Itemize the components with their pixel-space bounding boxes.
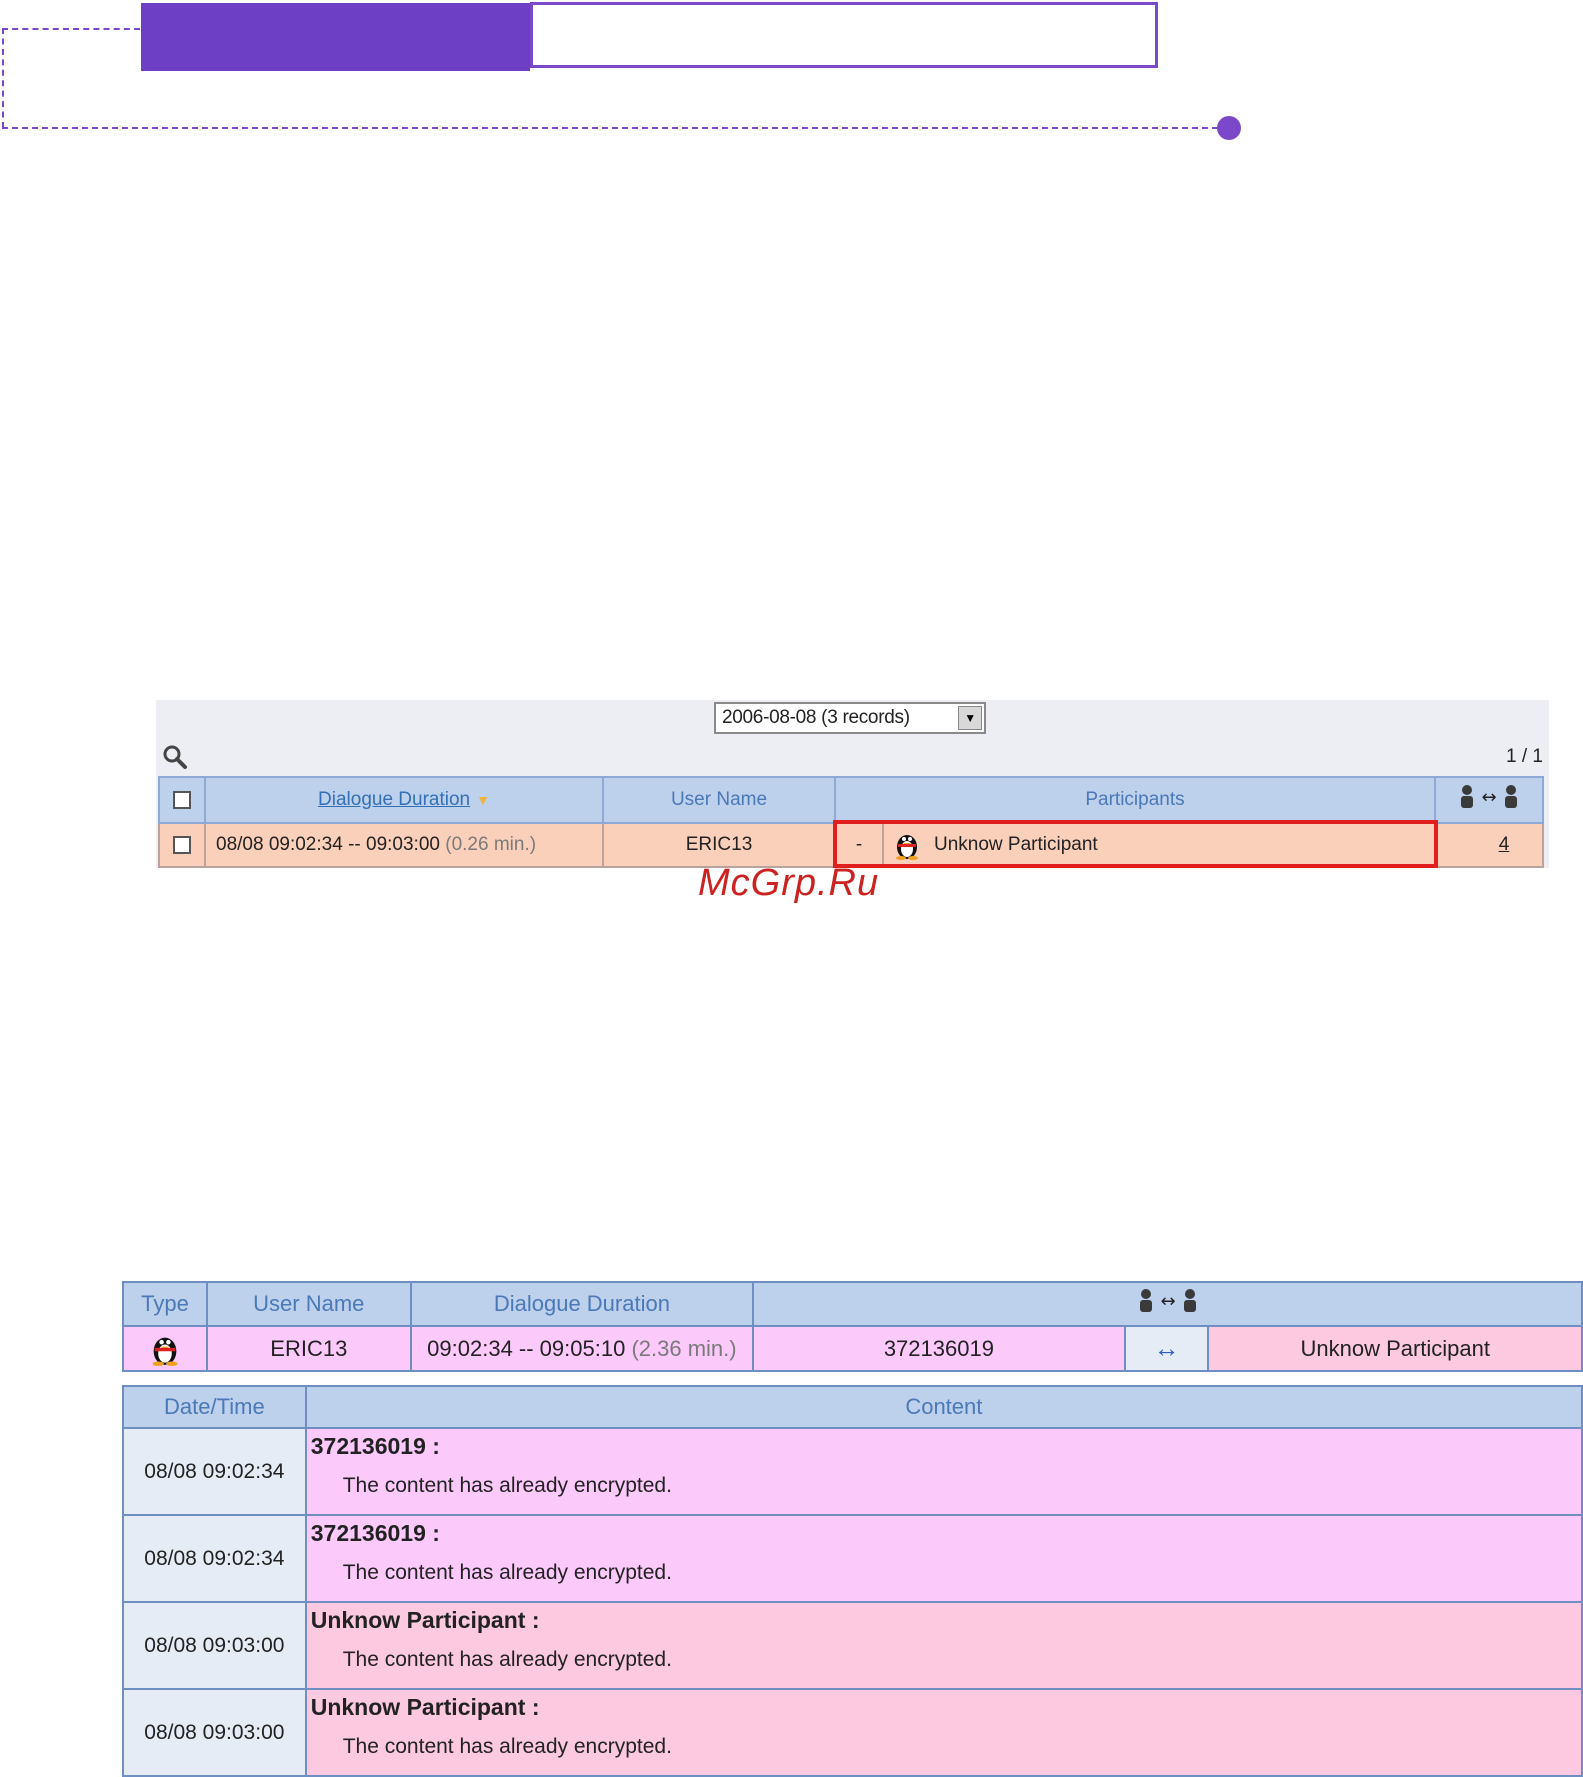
exchange-glyph-2: ↔: [1160, 1291, 1175, 1312]
col-content: Content: [304, 1385, 1583, 1429]
select-all-cell: [158, 776, 206, 824]
table-row: 08/08 09:02:34 372136019 : The content h…: [122, 1514, 1583, 1603]
message-text: The content has already encrypted.: [342, 1735, 672, 1758]
row-duration-range: 08/08 09:02:34 -- 09:03:00: [216, 834, 440, 855]
dialogue-summary-header: Type User Name Dialogue Duration ↔: [122, 1281, 1583, 1327]
message-text: The content has already encrypted.: [342, 1474, 672, 1497]
date-select-value: 2006-08-08 (3 records): [722, 707, 910, 728]
row-duration-range-2: 09:02:34 -- 09:05:10: [427, 1335, 626, 1361]
table-row: 08/08 09:03:00 Unknow Participant : The …: [122, 1688, 1583, 1777]
row-remote: Unknow Participant: [1207, 1325, 1583, 1372]
dialogue-summary-table: Type User Name Dialogue Duration ↔ ERIC1…: [122, 1281, 1583, 1372]
row-checkbox[interactable]: [173, 835, 191, 854]
col-participants: Participants: [834, 776, 1436, 824]
sort-duration-link[interactable]: Dialogue Duration: [318, 789, 470, 810]
col-dialogue-duration[interactable]: Dialogue Duration ▼: [204, 776, 604, 824]
dash-line-bottom: [2, 127, 1228, 129]
row-duration: 08/08 09:02:34 -- 09:03:00 (0.26 min.): [204, 822, 604, 868]
col-datetime: Date/Time: [122, 1385, 307, 1429]
message-content: 372136019 : The content has already encr…: [304, 1427, 1583, 1516]
record-table-header: Dialogue Duration ▼ User Name Participant…: [158, 776, 1544, 824]
col-message-count: ↔: [1434, 776, 1544, 824]
dialogue-content-table: Date/Time Content 08/08 09:02:34 3721360…: [122, 1385, 1583, 1777]
penguin-icon: [152, 1337, 178, 1366]
exchange-icon: ↔: [1461, 785, 1517, 808]
message-text: The content has already encrypted.: [342, 1648, 672, 1671]
dash-line-top: [2, 28, 140, 30]
pager: 1 / 1: [1506, 746, 1543, 767]
dash-line-left: [2, 28, 4, 128]
message-content: 372136019 : The content has already encr…: [304, 1514, 1583, 1603]
row-direction-2: ↔: [1123, 1325, 1210, 1372]
message-datetime: 08/08 09:02:34: [122, 1514, 307, 1603]
message-count-link[interactable]: 4: [1499, 834, 1510, 855]
watermark: McGrp.Ru: [698, 862, 880, 904]
message-content: Unknow Participant : The content has alr…: [304, 1688, 1583, 1777]
message-content: Unknow Participant : The content has alr…: [304, 1601, 1583, 1690]
message-sender: 372136019 :: [310, 1433, 440, 1459]
row-duration-2: 09:02:34 -- 09:05:10 (2.36 min.): [409, 1325, 755, 1372]
message-datetime: 08/08 09:03:00: [122, 1688, 307, 1777]
dropdown-arrow-icon[interactable]: ▼: [958, 706, 982, 730]
dialogue-content-header: Date/Time Content: [122, 1385, 1583, 1429]
row-user-2: ERIC13: [205, 1325, 412, 1372]
row-select-cell: [158, 822, 206, 868]
section-header-bar: [141, 3, 530, 71]
message-datetime: 08/08 09:02:34: [122, 1427, 307, 1516]
message-sender: Unknow Participant :: [310, 1694, 540, 1720]
table-row: 08/08 09:03:00 Unknow Participant : The …: [122, 1601, 1583, 1690]
participant-highlight: [833, 820, 1438, 868]
message-datetime: 08/08 09:03:00: [122, 1601, 307, 1690]
message-text: The content has already encrypted.: [342, 1561, 672, 1584]
col-participants-2: ↔: [752, 1281, 1583, 1327]
col-user-name: User Name: [602, 776, 836, 824]
row-count-cell: 4: [1434, 822, 1544, 868]
table-row: ERIC13 09:02:34 -- 09:05:10 (2.36 min.) …: [122, 1325, 1583, 1372]
exchange-icon: ↔: [1139, 1289, 1196, 1312]
row-duration-minutes: (0.26 min.): [445, 834, 537, 855]
row-type: [122, 1325, 208, 1372]
exchange-glyph: ↔: [1481, 787, 1496, 808]
table-row: 08/08 09:02:34 372136019 : The content h…: [122, 1427, 1583, 1516]
section-header-box: [530, 2, 1158, 68]
select-all-checkbox[interactable]: [173, 790, 191, 809]
col-dialogue-duration-2: Dialogue Duration: [409, 1281, 755, 1327]
message-sender: 372136019 :: [310, 1520, 440, 1546]
search-icon[interactable]: [162, 744, 188, 770]
row-local-id: 372136019: [752, 1325, 1126, 1372]
sort-down-icon: ▼: [476, 792, 490, 808]
col-type: Type: [122, 1281, 208, 1327]
dash-endpoint-dot: [1217, 116, 1241, 140]
date-select[interactable]: 2006-08-08 (3 records) ▼: [714, 702, 986, 734]
message-sender: Unknow Participant :: [310, 1607, 540, 1633]
col-user-name-2: User Name: [205, 1281, 412, 1327]
row-duration-minutes-2: (2.36 min.): [631, 1335, 737, 1361]
row-user: ERIC13: [602, 822, 836, 868]
